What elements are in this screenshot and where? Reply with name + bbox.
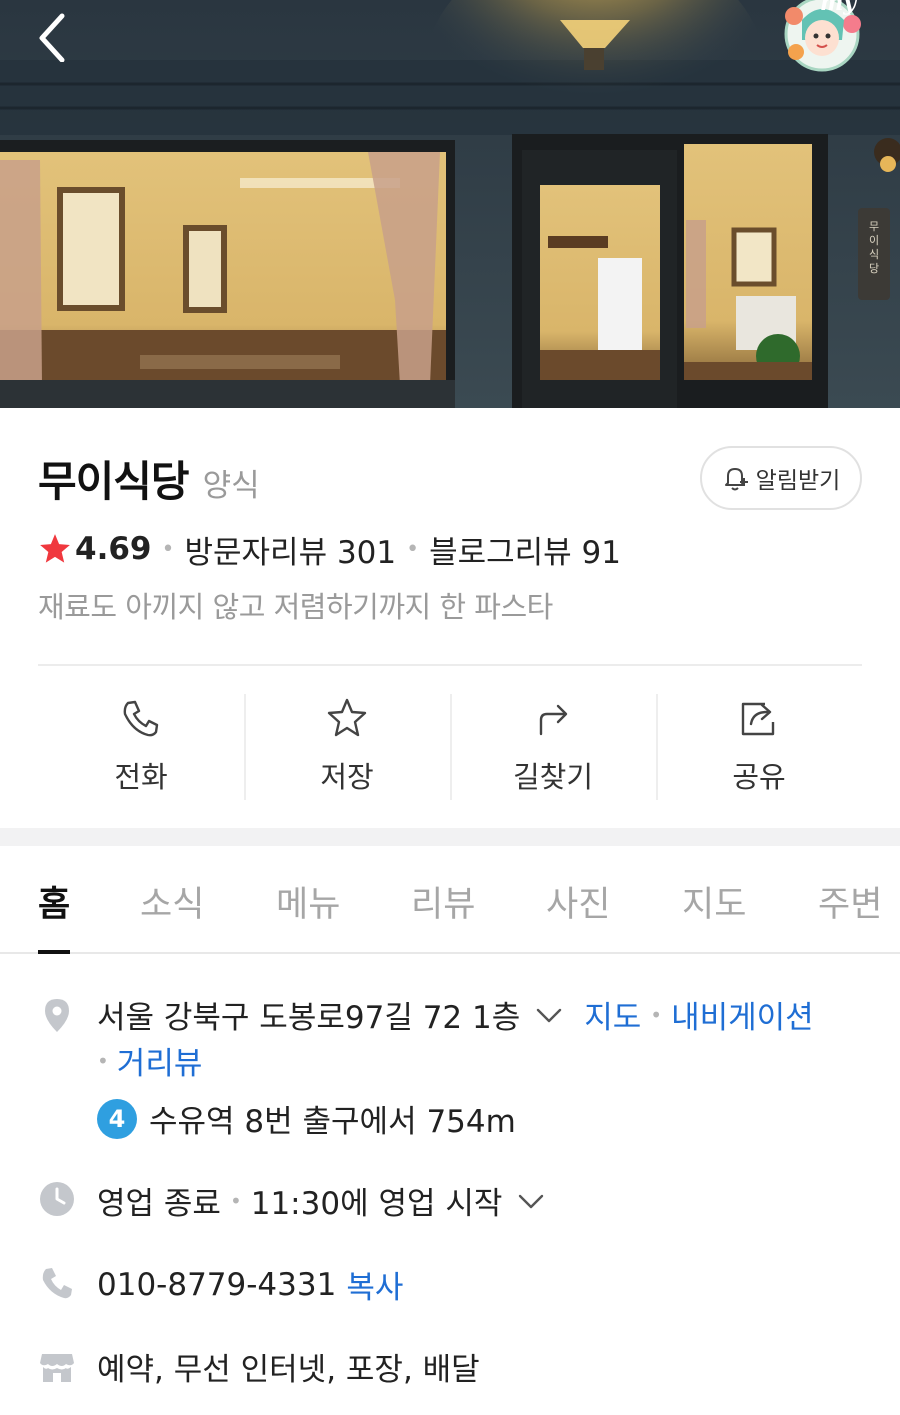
phone-icon bbox=[42, 1268, 72, 1299]
divider bbox=[38, 664, 862, 666]
tab-photos[interactable]: 사진 bbox=[546, 876, 610, 927]
tab-menu[interactable]: 메뉴 bbox=[276, 876, 340, 927]
place-description: 재료도 아끼지 않고 저렴하기까지 한 파스타 bbox=[38, 590, 553, 624]
door-sign-char: 무이식당 bbox=[869, 220, 879, 275]
save-label: 저장 bbox=[320, 760, 374, 794]
directions-label: 길찾기 bbox=[512, 760, 594, 794]
separator-dot: • bbox=[97, 1048, 109, 1073]
chevron-down-icon[interactable] bbox=[516, 1186, 546, 1216]
my-avatar-button[interactable]: my bbox=[776, 0, 868, 78]
store-icon bbox=[40, 1354, 74, 1382]
chevron-down-icon[interactable] bbox=[534, 1000, 564, 1030]
navigation-link[interactable]: 내비게이션 bbox=[671, 992, 814, 1037]
directions-button[interactable]: 길찾기 bbox=[450, 694, 656, 800]
tab-news[interactable]: 소식 bbox=[140, 876, 204, 927]
map-link[interactable]: 지도 bbox=[584, 992, 641, 1037]
tab-nearby[interactable]: 주변 bbox=[818, 876, 882, 927]
phone-icon bbox=[123, 700, 159, 737]
address-line-2: • 거리뷰 bbox=[97, 1038, 202, 1083]
star-outline-icon bbox=[327, 698, 367, 737]
bell-plus-icon bbox=[724, 468, 748, 491]
place-name: 무이식당 bbox=[38, 457, 190, 506]
tab-home[interactable]: 홈 bbox=[38, 876, 70, 927]
share-button[interactable]: 공유 bbox=[656, 694, 862, 800]
avatar-icon: my bbox=[784, 0, 861, 72]
call-button[interactable]: 전화 bbox=[38, 694, 244, 800]
title-row: 무이식당 양식 bbox=[38, 448, 260, 506]
section-separator bbox=[0, 828, 900, 846]
address-line: 서울 강북구 도봉로97길 72 1층 지도 • 내비게이션 bbox=[97, 992, 814, 1037]
place-category: 양식 bbox=[202, 468, 260, 504]
subway-line-badge: 4 bbox=[97, 1098, 137, 1139]
restaurant-storefront-image: 무이식당 bbox=[0, 0, 900, 408]
clock-icon bbox=[40, 1182, 74, 1216]
separator-dot: • bbox=[229, 1188, 242, 1213]
separator-dot: • bbox=[161, 536, 175, 562]
subway-text: 수유역 8번 출구에서 754m bbox=[149, 1104, 516, 1140]
visitor-reviews-link[interactable]: 방문자리뷰 301 bbox=[184, 527, 396, 572]
streetview-link[interactable]: 거리뷰 bbox=[117, 1038, 203, 1083]
location-pin-icon bbox=[45, 999, 69, 1032]
share-icon bbox=[741, 702, 775, 736]
share-label: 공유 bbox=[732, 760, 786, 794]
hours-line[interactable]: 영업 종료 • 11:30에 영업 시작 bbox=[97, 1178, 546, 1223]
tab-bar: 홈 소식 메뉴 리뷰 사진 지도 주변 bbox=[0, 846, 900, 954]
separator-dot: • bbox=[406, 536, 420, 562]
amenities-line: 예약, 무선 인터넷, 포장, 배달 bbox=[97, 1344, 480, 1389]
hero-photo: 무이식당 my bbox=[0, 0, 900, 408]
directions-arrow-icon bbox=[539, 704, 568, 736]
address-text: 서울 강북구 도봉로97길 72 1층 bbox=[97, 1000, 521, 1036]
call-label: 전화 bbox=[114, 760, 168, 794]
amenities-text: 예약, 무선 인터넷, 포장, 배달 bbox=[97, 1352, 480, 1388]
avatar-text: my bbox=[820, 0, 858, 16]
active-tab-indicator bbox=[38, 950, 70, 954]
save-button[interactable]: 저장 bbox=[244, 694, 450, 800]
copy-phone-link[interactable]: 복사 bbox=[346, 1262, 403, 1307]
subway-info: 4 수유역 8번 출구에서 754m bbox=[97, 1096, 516, 1141]
chevron-left-icon bbox=[39, 13, 65, 62]
notify-label: 알림받기 bbox=[755, 468, 841, 494]
rating-star-icon bbox=[40, 534, 70, 563]
phone-line: 010-8779-4331 복사 bbox=[97, 1262, 403, 1307]
rating-row: 4.69 • 방문자리뷰 301 • 블로그리뷰 91 bbox=[38, 527, 621, 572]
tab-map[interactable]: 지도 bbox=[682, 876, 746, 927]
notify-button[interactable]: 알림받기 bbox=[700, 446, 862, 510]
back-button[interactable] bbox=[28, 8, 82, 62]
hours-status: 영업 종료 bbox=[97, 1186, 221, 1222]
separator-dot: • bbox=[650, 1002, 663, 1027]
tab-reviews[interactable]: 리뷰 bbox=[411, 876, 475, 927]
action-bar: 전화 저장 길찾기 공유 bbox=[38, 694, 862, 800]
hours-next: 11:30에 영업 시작 bbox=[250, 1186, 503, 1222]
blog-reviews-link[interactable]: 블로그리뷰 91 bbox=[429, 527, 621, 572]
phone-number[interactable]: 010-8779-4331 bbox=[97, 1267, 336, 1303]
rating-value: 4.69 bbox=[75, 531, 152, 567]
